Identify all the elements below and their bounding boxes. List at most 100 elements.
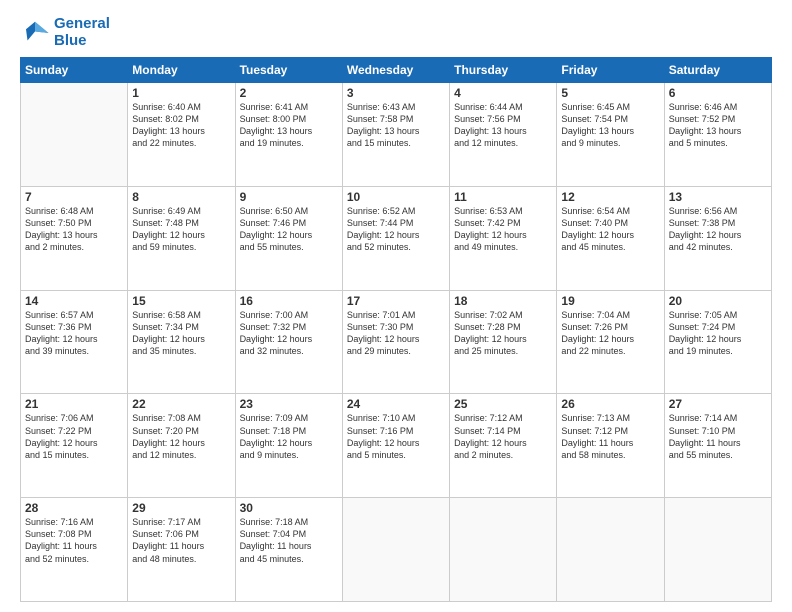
day-number: 2: [240, 86, 338, 100]
table-row: 2Sunrise: 6:41 AM Sunset: 8:00 PM Daylig…: [235, 83, 342, 187]
day-number: 26: [561, 397, 659, 411]
day-info: Sunrise: 7:13 AM Sunset: 7:12 PM Dayligh…: [561, 412, 659, 461]
table-row: 6Sunrise: 6:46 AM Sunset: 7:52 PM Daylig…: [664, 83, 771, 187]
day-info: Sunrise: 7:10 AM Sunset: 7:16 PM Dayligh…: [347, 412, 445, 461]
day-number: 3: [347, 86, 445, 100]
day-info: Sunrise: 6:45 AM Sunset: 7:54 PM Dayligh…: [561, 101, 659, 150]
day-number: 11: [454, 190, 552, 204]
day-number: 20: [669, 294, 767, 308]
day-number: 12: [561, 190, 659, 204]
day-number: 4: [454, 86, 552, 100]
calendar-table: Sunday Monday Tuesday Wednesday Thursday…: [20, 57, 772, 602]
header-monday: Monday: [128, 58, 235, 83]
logo: General Blue: [20, 16, 110, 49]
day-number: 22: [132, 397, 230, 411]
day-info: Sunrise: 6:54 AM Sunset: 7:40 PM Dayligh…: [561, 205, 659, 254]
table-row: 21Sunrise: 7:06 AM Sunset: 7:22 PM Dayli…: [21, 394, 128, 498]
day-number: 30: [240, 501, 338, 515]
table-row: 1Sunrise: 6:40 AM Sunset: 8:02 PM Daylig…: [128, 83, 235, 187]
table-row: 15Sunrise: 6:58 AM Sunset: 7:34 PM Dayli…: [128, 290, 235, 394]
day-info: Sunrise: 7:09 AM Sunset: 7:18 PM Dayligh…: [240, 412, 338, 461]
table-row: 28Sunrise: 7:16 AM Sunset: 7:08 PM Dayli…: [21, 498, 128, 602]
table-row: 11Sunrise: 6:53 AM Sunset: 7:42 PM Dayli…: [450, 186, 557, 290]
day-number: 8: [132, 190, 230, 204]
day-number: 13: [669, 190, 767, 204]
table-row: 9Sunrise: 6:50 AM Sunset: 7:46 PM Daylig…: [235, 186, 342, 290]
day-number: 21: [25, 397, 123, 411]
table-row: 20Sunrise: 7:05 AM Sunset: 7:24 PM Dayli…: [664, 290, 771, 394]
calendar-row: 28Sunrise: 7:16 AM Sunset: 7:08 PM Dayli…: [21, 498, 772, 602]
table-row: 30Sunrise: 7:18 AM Sunset: 7:04 PM Dayli…: [235, 498, 342, 602]
table-row: [21, 83, 128, 187]
day-number: 28: [25, 501, 123, 515]
day-info: Sunrise: 7:04 AM Sunset: 7:26 PM Dayligh…: [561, 309, 659, 358]
table-row: 12Sunrise: 6:54 AM Sunset: 7:40 PM Dayli…: [557, 186, 664, 290]
table-row: 3Sunrise: 6:43 AM Sunset: 7:58 PM Daylig…: [342, 83, 449, 187]
table-row: 24Sunrise: 7:10 AM Sunset: 7:16 PM Dayli…: [342, 394, 449, 498]
day-number: 18: [454, 294, 552, 308]
day-info: Sunrise: 6:40 AM Sunset: 8:02 PM Dayligh…: [132, 101, 230, 150]
day-info: Sunrise: 7:02 AM Sunset: 7:28 PM Dayligh…: [454, 309, 552, 358]
table-row: 26Sunrise: 7:13 AM Sunset: 7:12 PM Dayli…: [557, 394, 664, 498]
table-row: 18Sunrise: 7:02 AM Sunset: 7:28 PM Dayli…: [450, 290, 557, 394]
day-info: Sunrise: 7:05 AM Sunset: 7:24 PM Dayligh…: [669, 309, 767, 358]
day-info: Sunrise: 6:41 AM Sunset: 8:00 PM Dayligh…: [240, 101, 338, 150]
day-number: 24: [347, 397, 445, 411]
day-number: 6: [669, 86, 767, 100]
table-row: 8Sunrise: 6:49 AM Sunset: 7:48 PM Daylig…: [128, 186, 235, 290]
table-row: 23Sunrise: 7:09 AM Sunset: 7:18 PM Dayli…: [235, 394, 342, 498]
logo-bird-icon: [20, 18, 50, 48]
header-row: Sunday Monday Tuesday Wednesday Thursday…: [21, 58, 772, 83]
table-row: 14Sunrise: 6:57 AM Sunset: 7:36 PM Dayli…: [21, 290, 128, 394]
day-info: Sunrise: 7:00 AM Sunset: 7:32 PM Dayligh…: [240, 309, 338, 358]
day-info: Sunrise: 7:16 AM Sunset: 7:08 PM Dayligh…: [25, 516, 123, 565]
table-row: 4Sunrise: 6:44 AM Sunset: 7:56 PM Daylig…: [450, 83, 557, 187]
table-row: [557, 498, 664, 602]
day-info: Sunrise: 6:50 AM Sunset: 7:46 PM Dayligh…: [240, 205, 338, 254]
table-row: 16Sunrise: 7:00 AM Sunset: 7:32 PM Dayli…: [235, 290, 342, 394]
day-info: Sunrise: 6:56 AM Sunset: 7:38 PM Dayligh…: [669, 205, 767, 254]
day-info: Sunrise: 6:52 AM Sunset: 7:44 PM Dayligh…: [347, 205, 445, 254]
day-info: Sunrise: 6:58 AM Sunset: 7:34 PM Dayligh…: [132, 309, 230, 358]
header-saturday: Saturday: [664, 58, 771, 83]
day-number: 15: [132, 294, 230, 308]
table-row: 29Sunrise: 7:17 AM Sunset: 7:06 PM Dayli…: [128, 498, 235, 602]
header-tuesday: Tuesday: [235, 58, 342, 83]
table-row: 25Sunrise: 7:12 AM Sunset: 7:14 PM Dayli…: [450, 394, 557, 498]
table-row: 7Sunrise: 6:48 AM Sunset: 7:50 PM Daylig…: [21, 186, 128, 290]
day-info: Sunrise: 6:43 AM Sunset: 7:58 PM Dayligh…: [347, 101, 445, 150]
table-row: 5Sunrise: 6:45 AM Sunset: 7:54 PM Daylig…: [557, 83, 664, 187]
day-info: Sunrise: 6:46 AM Sunset: 7:52 PM Dayligh…: [669, 101, 767, 150]
day-info: Sunrise: 6:53 AM Sunset: 7:42 PM Dayligh…: [454, 205, 552, 254]
day-info: Sunrise: 7:14 AM Sunset: 7:10 PM Dayligh…: [669, 412, 767, 461]
day-info: Sunrise: 6:49 AM Sunset: 7:48 PM Dayligh…: [132, 205, 230, 254]
day-info: Sunrise: 7:12 AM Sunset: 7:14 PM Dayligh…: [454, 412, 552, 461]
day-number: 7: [25, 190, 123, 204]
day-info: Sunrise: 7:01 AM Sunset: 7:30 PM Dayligh…: [347, 309, 445, 358]
day-number: 17: [347, 294, 445, 308]
day-info: Sunrise: 7:18 AM Sunset: 7:04 PM Dayligh…: [240, 516, 338, 565]
table-row: [342, 498, 449, 602]
page: General Blue Sunday Monday Tuesday Wedne…: [0, 0, 792, 612]
day-number: 10: [347, 190, 445, 204]
day-number: 1: [132, 86, 230, 100]
table-row: [450, 498, 557, 602]
day-info: Sunrise: 6:44 AM Sunset: 7:56 PM Dayligh…: [454, 101, 552, 150]
table-row: 10Sunrise: 6:52 AM Sunset: 7:44 PM Dayli…: [342, 186, 449, 290]
logo-text: General Blue: [54, 16, 110, 49]
day-number: 14: [25, 294, 123, 308]
top-section: General Blue: [20, 16, 772, 49]
day-info: Sunrise: 7:08 AM Sunset: 7:20 PM Dayligh…: [132, 412, 230, 461]
day-number: 29: [132, 501, 230, 515]
day-number: 16: [240, 294, 338, 308]
day-number: 25: [454, 397, 552, 411]
day-info: Sunrise: 6:57 AM Sunset: 7:36 PM Dayligh…: [25, 309, 123, 358]
day-info: Sunrise: 6:48 AM Sunset: 7:50 PM Dayligh…: [25, 205, 123, 254]
table-row: 27Sunrise: 7:14 AM Sunset: 7:10 PM Dayli…: [664, 394, 771, 498]
day-number: 9: [240, 190, 338, 204]
table-row: 22Sunrise: 7:08 AM Sunset: 7:20 PM Dayli…: [128, 394, 235, 498]
table-row: 19Sunrise: 7:04 AM Sunset: 7:26 PM Dayli…: [557, 290, 664, 394]
header-sunday: Sunday: [21, 58, 128, 83]
calendar-row: 14Sunrise: 6:57 AM Sunset: 7:36 PM Dayli…: [21, 290, 772, 394]
header-thursday: Thursday: [450, 58, 557, 83]
